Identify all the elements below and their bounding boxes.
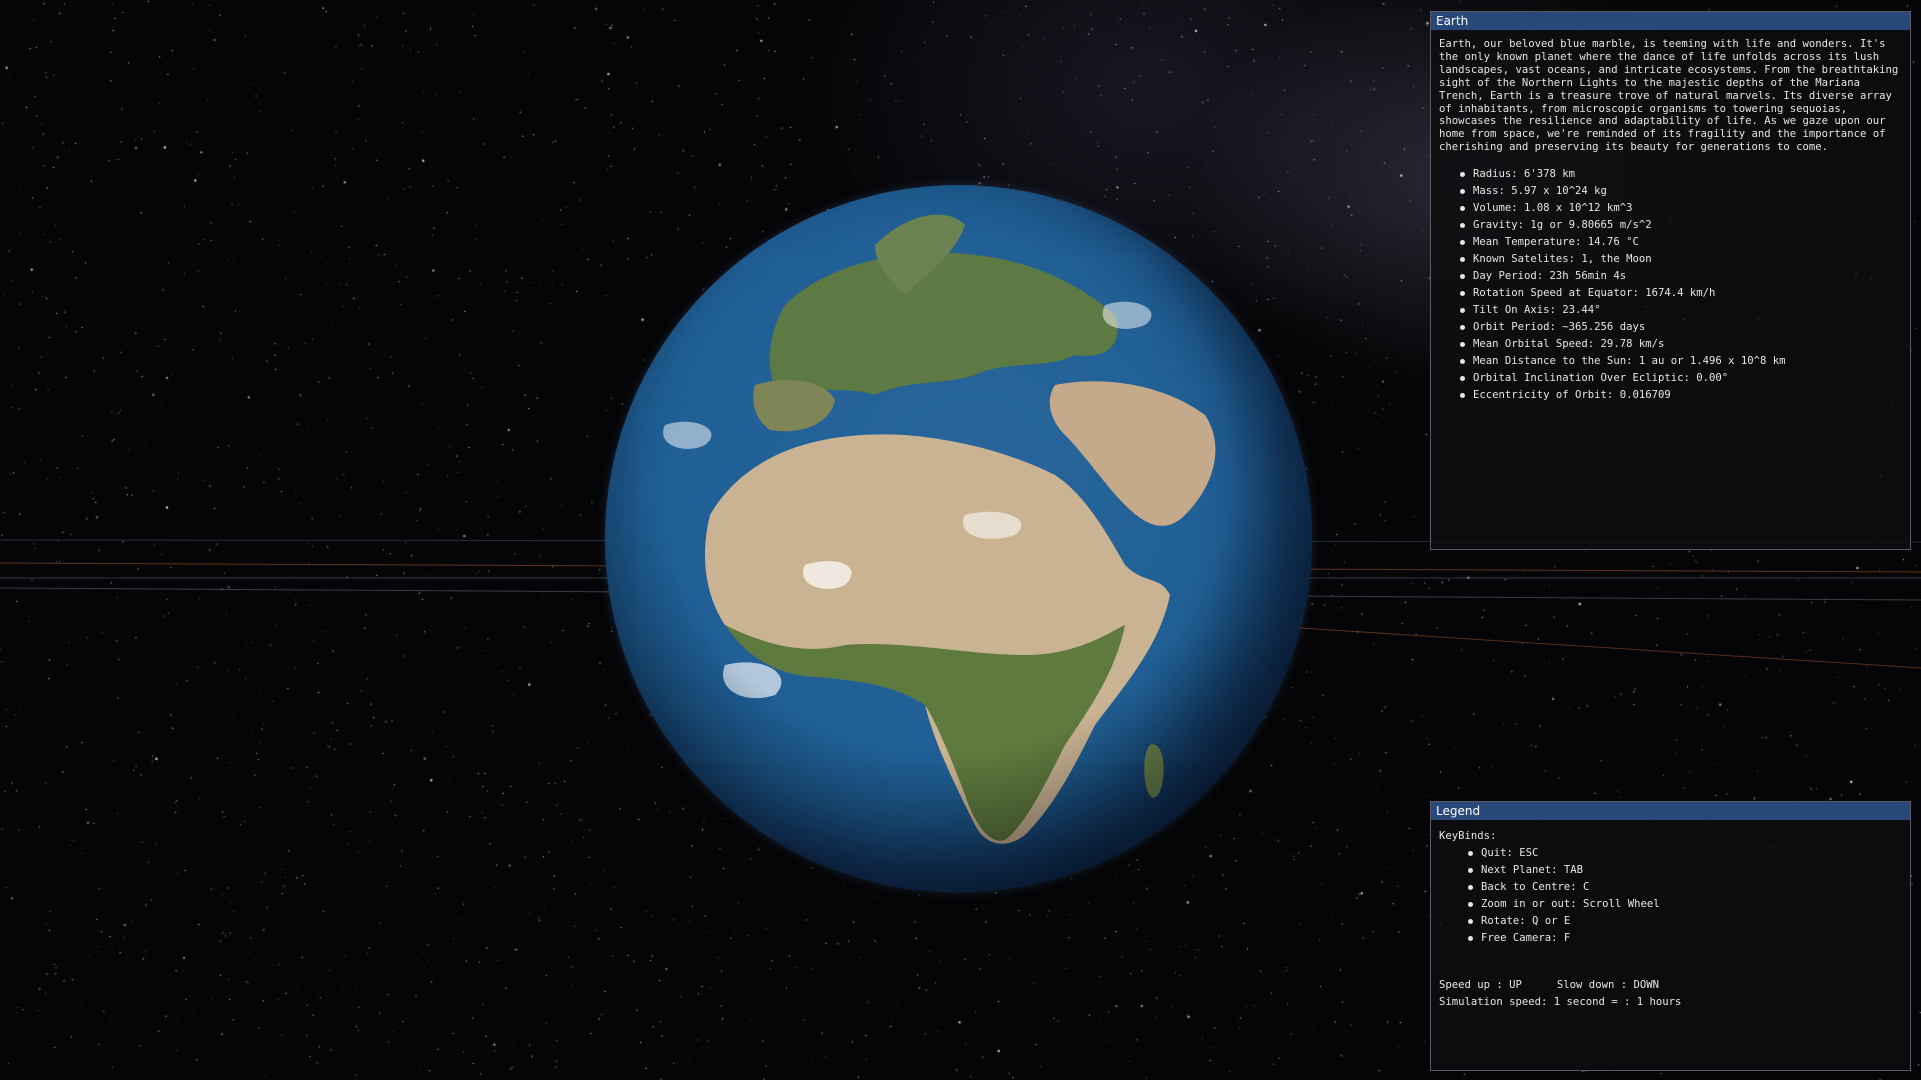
- earth-stat-item: Eccentricity of Orbit: 0.016709: [1460, 387, 1910, 404]
- bullet-icon: [1468, 919, 1473, 924]
- earth-stat-item: Volume: 1.08 x 10^12 km^3: [1460, 200, 1910, 217]
- earth-description: Earth, our beloved blue marble, is teemi…: [1439, 38, 1899, 154]
- earth-stat-item: Mean Distance to the Sun: 1 au or 1.496 …: [1460, 353, 1910, 370]
- bullet-icon: [1460, 359, 1465, 365]
- earth-surface: [605, 185, 1312, 892]
- earth-stat-item-text: Mean Orbital Speed: 29.78 km/s: [1473, 338, 1665, 351]
- bullet-icon: [1460, 172, 1465, 178]
- keybind-item: Free Camera: F: [1468, 930, 1902, 947]
- bullet-icon: [1460, 308, 1465, 314]
- earth-info-panel[interactable]: Earth Earth, our beloved blue marble, is…: [1430, 11, 1911, 550]
- earth-stats-list: Radius: 6'378 km Mass: 5.97 x 10^24 kg Vol…: [1431, 166, 1910, 404]
- earth-stat-item: Tilt On Axis: 23.44°: [1460, 302, 1910, 319]
- earth-stat-item-text: Radius: 6'378 km: [1473, 168, 1576, 181]
- keybind-item-text: Zoom in or out: Scroll Wheel: [1481, 898, 1660, 910]
- legend-panel-titlebar[interactable]: Legend: [1431, 802, 1910, 820]
- bullet-icon: [1460, 376, 1465, 382]
- bullet-icon: [1468, 902, 1473, 907]
- bullet-icon: [1460, 189, 1465, 195]
- earth-stat-item-text: Known Satelites: 1, the Moon: [1473, 253, 1652, 266]
- keybind-item: Next Planet: TAB: [1468, 862, 1902, 879]
- keybind-item-text: Next Planet: TAB: [1481, 864, 1584, 876]
- earth-stat-item: Orbit Period: ~365.256 days: [1460, 319, 1910, 336]
- space-scene[interactable]: Earth Earth, our beloved blue marble, is…: [0, 0, 1921, 1080]
- bullet-icon: [1460, 240, 1465, 246]
- bullet-icon: [1468, 868, 1473, 873]
- bullet-icon: [1460, 291, 1465, 297]
- earth-stat-item-text: Tilt On Axis: 23.44°: [1473, 304, 1601, 317]
- planet-earth[interactable]: [605, 185, 1312, 892]
- speed-controls-row: Speed up : UP Slow down : DOWN: [1439, 977, 1902, 994]
- earth-stat-item-text: Volume: 1.08 x 10^12 km^3: [1473, 202, 1633, 215]
- keybind-item-text: Rotate: Q or E: [1481, 915, 1571, 927]
- keybind-item: Back to Centre: C: [1468, 879, 1902, 896]
- earth-stat-item: Mean Temperature: 14.76 °C: [1460, 234, 1910, 251]
- earth-stat-item: Mean Orbital Speed: 29.78 km/s: [1460, 336, 1910, 353]
- earth-stat-item: Radius: 6'378 km: [1460, 166, 1910, 183]
- speed-up-label: Speed up : UP: [1439, 979, 1522, 991]
- earth-stat-item: Known Satelites: 1, the Moon: [1460, 251, 1910, 268]
- keybind-item-text: Free Camera: F: [1481, 932, 1571, 944]
- bullet-icon: [1468, 936, 1473, 941]
- simulation-speed-label: Simulation speed: 1 second = : 1 hours: [1439, 996, 1682, 1008]
- earth-stat-item: Rotation Speed at Equator: 1674.4 km/h: [1460, 285, 1910, 302]
- bullet-icon: [1460, 393, 1465, 399]
- earth-panel-titlebar[interactable]: Earth: [1431, 12, 1910, 30]
- earth-stat-item-text: Mass: 5.97 x 10^24 kg: [1473, 185, 1607, 198]
- bullet-icon: [1468, 885, 1473, 890]
- bullet-icon: [1468, 851, 1473, 856]
- earth-stat-item-text: Mean Temperature: 14.76 °C: [1473, 236, 1639, 249]
- keybind-item: Rotate: Q or E: [1468, 913, 1902, 930]
- keybind-item-text: Quit: ESC: [1481, 847, 1539, 859]
- orbit-line-outer: [1299, 627, 1921, 669]
- earth-stat-item: Gravity: 1g or 9.80665 m/s^2: [1460, 217, 1910, 234]
- slow-down-label: Slow down : DOWN: [1556, 979, 1659, 991]
- earth-stat-item: Day Period: 23h 56min 4s: [1460, 268, 1910, 285]
- bullet-icon: [1460, 274, 1465, 280]
- earth-stat-item-text: Gravity: 1g or 9.80665 m/s^2: [1473, 219, 1652, 232]
- earth-stat-item-text: Orbit Period: ~365.256 days: [1473, 321, 1646, 334]
- bullet-icon: [1460, 342, 1465, 348]
- earth-stat-item-text: Rotation Speed at Equator: 1674.4 km/h: [1473, 287, 1716, 300]
- keybind-item: Quit: ESC: [1468, 845, 1902, 862]
- earth-stat-item-text: Eccentricity of Orbit: 0.016709: [1473, 389, 1671, 402]
- earth-stat-item-text: Orbital Inclination Over Ecliptic: 0.00°: [1473, 372, 1729, 385]
- bullet-icon: [1460, 223, 1465, 229]
- bullet-icon: [1460, 257, 1465, 263]
- bullet-icon: [1460, 325, 1465, 331]
- keybind-item-text: Back to Centre: C: [1481, 881, 1590, 893]
- earth-stat-item-text: Mean Distance to the Sun: 1 au or 1.496 …: [1473, 355, 1786, 368]
- earth-stat-item: Orbital Inclination Over Ecliptic: 0.00°: [1460, 370, 1910, 387]
- keybinds-list: Quit: ESC Next Planet: TAB Back to Centre:…: [1439, 845, 1902, 947]
- earth-stat-item-text: Day Period: 23h 56min 4s: [1473, 270, 1627, 283]
- earth-stat-item: Mass: 5.97 x 10^24 kg: [1460, 183, 1910, 200]
- bullet-icon: [1460, 206, 1465, 212]
- legend-panel[interactable]: Legend KeyBinds: Quit: ESC Next Planet: T…: [1430, 801, 1911, 1071]
- keybind-item: Zoom in or out: Scroll Wheel: [1468, 896, 1902, 913]
- keybinds-heading: KeyBinds:: [1439, 830, 1497, 842]
